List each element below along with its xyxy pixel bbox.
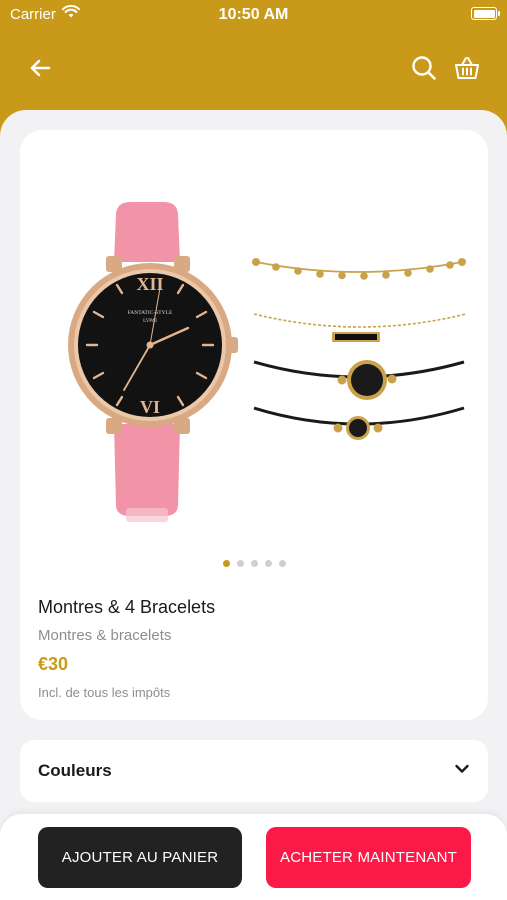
- chevron-down-icon: [454, 762, 470, 780]
- carousel-dot[interactable]: [236, 560, 244, 567]
- colors-label: Couleurs: [38, 761, 112, 780]
- status-bar: Carrier 10:50 AM: [0, 0, 507, 30]
- arrow-left-icon: [30, 59, 51, 77]
- status-time: 10:50 AM: [218, 6, 289, 23]
- cart-button[interactable]: [451, 52, 483, 84]
- bottom-action-bar: AJOUTER AU PANIER ACHETER MAINTENANT: [0, 814, 507, 900]
- product-price: €30: [38, 654, 69, 674]
- search-button[interactable]: [408, 52, 440, 84]
- product-image-carousel[interactable]: XII VI FANTATIC-STYLE LVPAI: [40, 190, 468, 570]
- product-card: XII VI FANTATIC-STYLE LVPAI Montres & 4 …: [20, 130, 488, 720]
- battery-icon: [471, 7, 500, 20]
- tax-note: Incl. de tous les impôts: [38, 685, 171, 700]
- carousel-dot[interactable]: [222, 560, 230, 567]
- carousel-dot[interactable]: [264, 560, 272, 567]
- svg-text:VI: VI: [140, 397, 160, 417]
- search-icon: [412, 56, 436, 80]
- product-image: XII VI FANTATIC-STYLE LVPAI: [68, 202, 467, 522]
- back-button[interactable]: [24, 52, 56, 84]
- colors-dropdown[interactable]: Couleurs: [20, 740, 488, 802]
- carousel-indicator: [20, 560, 488, 567]
- basket-icon: [455, 57, 479, 79]
- watch-brand-text: FANTATIC-STYLE: [128, 310, 173, 316]
- carousel-dot[interactable]: [278, 560, 286, 567]
- add-to-cart-button[interactable]: AJOUTER AU PANIER: [38, 827, 242, 888]
- product-category: Montres & bracelets: [38, 627, 172, 644]
- product-title: Montres & 4 Bracelets: [38, 597, 216, 617]
- buy-now-button[interactable]: ACHETER MAINTENANT: [266, 827, 471, 888]
- carousel-dot[interactable]: [250, 560, 258, 567]
- watch-model-text: LVPAI: [143, 319, 157, 324]
